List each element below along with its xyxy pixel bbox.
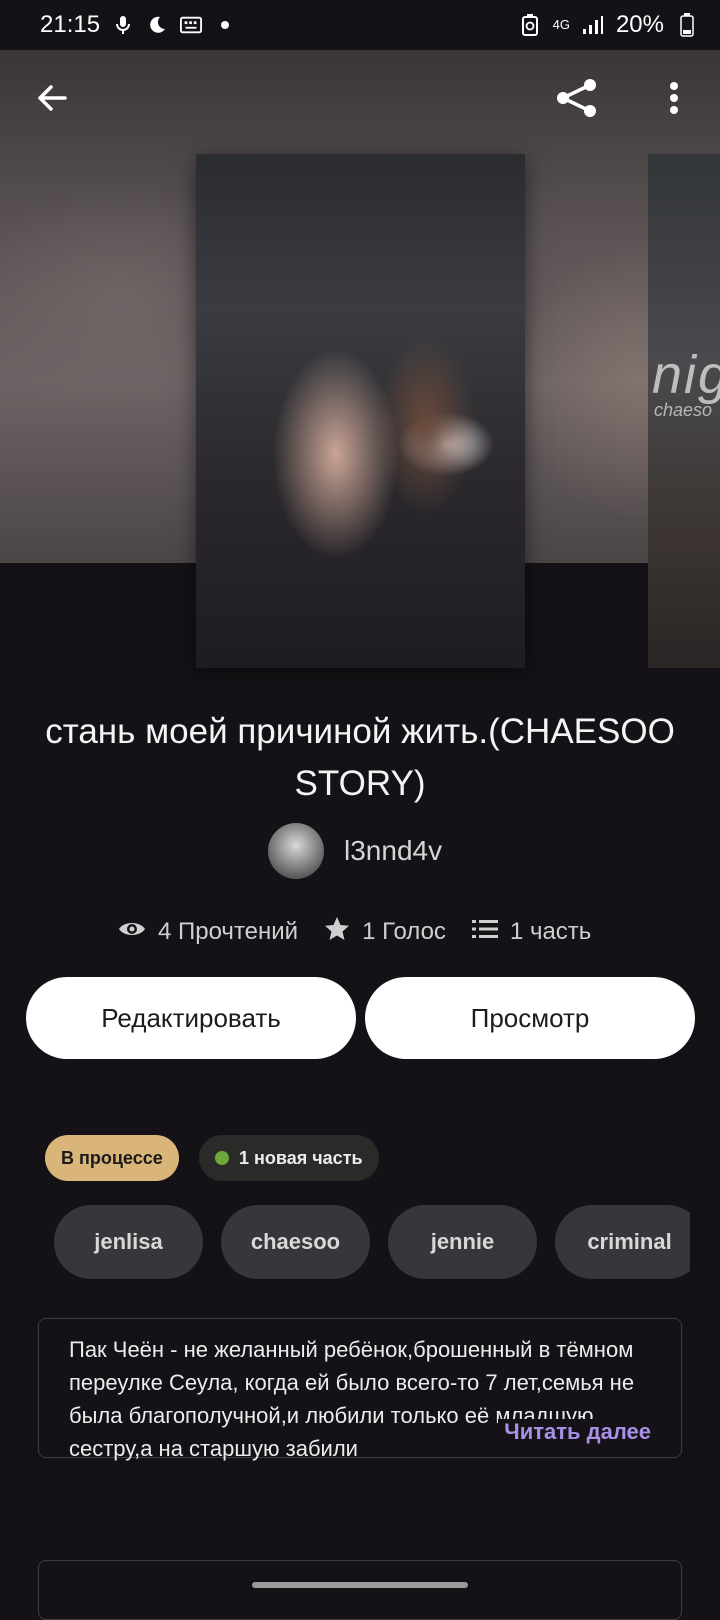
next-section-card — [38, 1560, 682, 1620]
list-icon — [471, 918, 498, 947]
battery-icon — [676, 13, 698, 37]
moon-icon — [146, 14, 168, 36]
next-story-cover[interactable]: nig chaeso — [648, 154, 720, 668]
new-dot-icon — [215, 1151, 229, 1165]
reads-count: 4 Прочтений — [158, 918, 299, 945]
tag-chip[interactable]: jennie — [388, 1205, 537, 1279]
votes-stat: 1 Голос — [324, 916, 446, 949]
star-icon — [324, 916, 350, 949]
next-cover-subtext: chaeso — [654, 400, 713, 420]
tag-chip[interactable]: chaesoo — [221, 1205, 370, 1279]
back-button[interactable] — [22, 70, 82, 130]
preview-button[interactable]: Просмотр — [365, 977, 695, 1059]
description-box[interactable]: Пак Чеён - не желанный ребёнок,брошенный… — [38, 1318, 682, 1461]
reads-stat: 4 Прочтений — [118, 918, 298, 946]
author-name[interactable]: l3nnd4v — [344, 835, 442, 867]
status-bar: 21:15 4G 20% — [0, 0, 720, 50]
story-stats: 4 Прочтений 1 Голос 1 часть — [118, 912, 591, 952]
edit-button[interactable]: Редактировать — [26, 977, 356, 1059]
eye-icon — [118, 918, 146, 946]
tag-list: jenlisa chaesoo jennie criminal — [54, 1205, 690, 1279]
author-row[interactable]: l3nnd4v — [268, 823, 442, 879]
status-badge-label: В процессе — [61, 1147, 163, 1168]
status-badge: В процессе — [45, 1135, 179, 1181]
read-more-link[interactable]: Читать далее — [498, 1419, 651, 1445]
share-button[interactable] — [547, 70, 607, 130]
battery-percent: 20% — [615, 11, 664, 38]
status-bar-right: 4G 20% — [519, 11, 698, 39]
more-options-button[interactable] — [644, 70, 704, 130]
new-part-label: 1 новая часть — [239, 1147, 363, 1168]
story-cover-image[interactable] — [196, 154, 525, 668]
next-cover-text: nig — [652, 345, 720, 405]
avatar[interactable] — [268, 823, 324, 879]
more-vert-icon — [669, 81, 679, 120]
network-type: 4G — [552, 17, 570, 32]
signal-icon — [582, 14, 604, 36]
share-icon — [554, 77, 600, 124]
story-title: стань моей причиной жить.(CHAESOO STORY) — [45, 712, 675, 803]
back-arrow-icon — [35, 81, 69, 120]
votes-count: 1 Голос — [362, 918, 446, 945]
parts-stat: 1 часть — [471, 918, 592, 947]
tag-chip[interactable]: jenlisa — [54, 1205, 203, 1279]
description-text: Пак Чеён - не желанный ребёнок,брошенный… — [69, 1337, 635, 1461]
home-indicator[interactable] — [252, 1582, 468, 1588]
parts-count: 1 часть — [509, 918, 592, 945]
battery-saver-icon — [519, 14, 541, 36]
status-time: 21:15 — [40, 11, 101, 38]
network-label: 4G — [552, 17, 570, 32]
keyboard-icon — [180, 14, 203, 36]
status-bar-left: 21:15 — [40, 11, 236, 39]
tag-chip[interactable]: criminal — [555, 1205, 690, 1279]
notification-dot-icon — [214, 14, 236, 36]
new-part-badge: 1 новая часть — [199, 1135, 379, 1181]
mic-icon — [112, 14, 134, 36]
